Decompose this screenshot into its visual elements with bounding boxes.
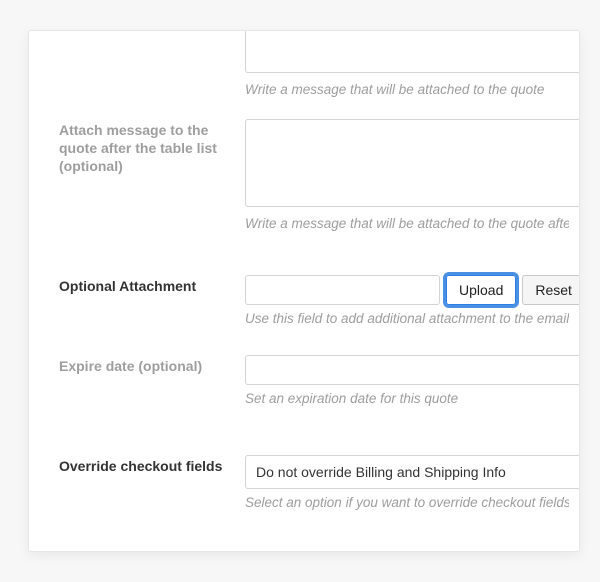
attachment-path-input[interactable] <box>245 275 440 305</box>
field-expire: Set an expiration date for this quote <box>245 355 569 406</box>
row-message-after: Attach message to the quote after the ta… <box>29 119 579 231</box>
override-select-wrap: Do not override Billing and Shipping Inf… <box>245 455 580 489</box>
message-before-textarea[interactable] <box>245 30 580 73</box>
row-expire: Expire date (optional) Set an expiration… <box>29 355 579 406</box>
attachment-helper: Use this field to add additional attachm… <box>245 311 569 326</box>
label-expire: Expire date (optional) <box>59 355 245 375</box>
field-message-after: Write a message that will be attached to… <box>245 119 569 231</box>
message-after-textarea[interactable] <box>245 119 580 207</box>
label-override: Override checkout fields <box>59 455 245 475</box>
message-before-helper: Write a message that will be attached to… <box>245 82 569 97</box>
field-message-before: Write a message that will be attached to… <box>245 30 569 97</box>
upload-button[interactable]: Upload <box>446 275 516 305</box>
label-message-before <box>59 30 245 31</box>
row-attachment: Optional Attachment Upload Reset Use thi… <box>29 275 579 326</box>
settings-content: Write a message that will be attached to… <box>29 31 579 551</box>
field-override: Do not override Billing and Shipping Inf… <box>245 455 569 510</box>
message-after-helper: Write a message that will be attached to… <box>245 216 569 231</box>
chevron-down-icon: ▾ <box>579 466 580 479</box>
field-attachment: Upload Reset Use this field to add addit… <box>245 275 569 326</box>
label-attachment: Optional Attachment <box>59 275 245 295</box>
attachment-controls: Upload Reset <box>245 275 569 305</box>
row-message-before: Write a message that will be attached to… <box>29 30 579 97</box>
reset-button[interactable]: Reset <box>522 275 580 305</box>
row-override: Override checkout fields Do not override… <box>29 455 579 510</box>
override-select[interactable]: Do not override Billing and Shipping Inf… <box>245 455 580 489</box>
expire-date-input[interactable] <box>245 355 580 385</box>
expire-helper: Set an expiration date for this quote <box>245 391 569 406</box>
settings-card: Write a message that will be attached to… <box>28 30 580 552</box>
label-message-after: Attach message to the quote after the ta… <box>59 119 245 176</box>
override-helper: Select an option if you want to override… <box>245 495 569 510</box>
